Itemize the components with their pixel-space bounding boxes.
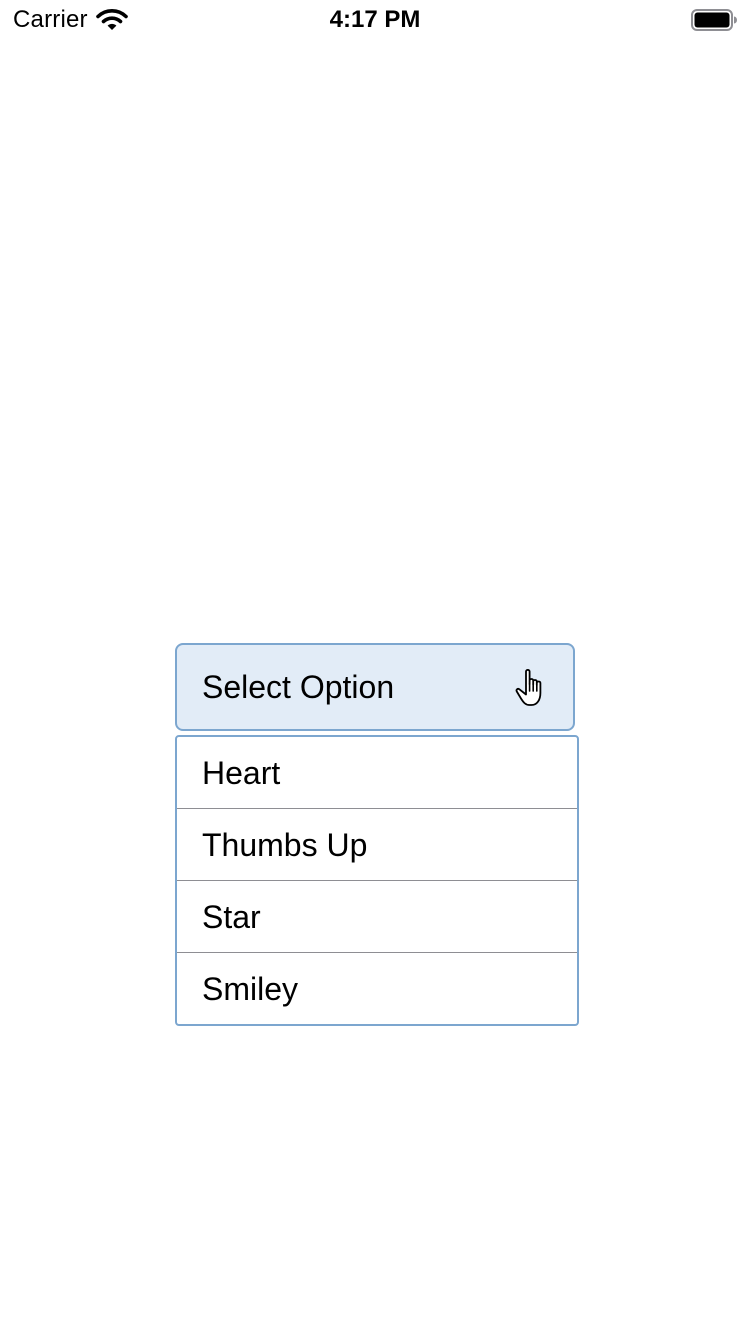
options-list: Heart Thumbs Up Star Smiley bbox=[175, 735, 579, 1026]
status-time: 4:17 PM bbox=[329, 6, 421, 33]
select-option-button[interactable]: Select Option bbox=[175, 643, 575, 731]
option-label: Smiley bbox=[202, 971, 299, 1007]
battery-icon bbox=[691, 9, 737, 31]
hand-pointer-icon bbox=[515, 668, 542, 706]
select-option-label: Select Option bbox=[202, 669, 395, 705]
option-heart[interactable]: Heart bbox=[177, 737, 577, 809]
option-star[interactable]: Star bbox=[177, 881, 577, 953]
option-label: Thumbs Up bbox=[202, 827, 368, 863]
option-thumbs-up[interactable]: Thumbs Up bbox=[177, 809, 577, 881]
option-label: Star bbox=[202, 899, 261, 935]
option-label: Heart bbox=[202, 755, 281, 791]
status-bar: Carrier 4:17 PM bbox=[0, 0, 750, 40]
option-smiley[interactable]: Smiley bbox=[177, 953, 577, 1024]
